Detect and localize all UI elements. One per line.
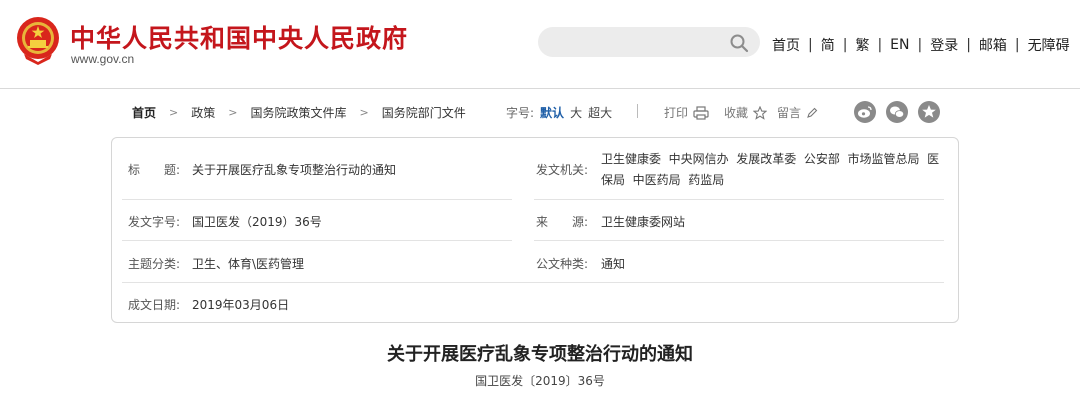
site-header: 中华人民共和国中央人民政府 www.gov.cn 首页 | 简 | 繁 | EN… [0, 0, 1080, 89]
font-size-large[interactable]: 大 [570, 104, 582, 121]
nav-separator: | [842, 37, 848, 53]
topic-value: 卫生、体育\医药管理 [192, 257, 305, 271]
document-info-box: 标 题: 关于开展医疗乱象专项整治行动的通知 发文机关: 卫生健康委 中央网信办… [111, 137, 959, 323]
wechat-glyph-icon [890, 106, 905, 118]
search-box[interactable] [538, 27, 760, 57]
title-label: 标 题: [128, 163, 181, 177]
nav-accessibility[interactable]: 无障碍 [1028, 35, 1070, 55]
breadcrumb-policy[interactable]: 政策 [191, 104, 215, 121]
search-icon[interactable] [729, 33, 749, 53]
nav-simplified[interactable]: 简 [821, 35, 835, 55]
source-value: 卫生健康委网站 [601, 215, 686, 229]
font-size-label: 字号: [506, 106, 535, 120]
search-input[interactable] [552, 32, 716, 54]
row-divider [122, 282, 944, 283]
comment-button[interactable]: 留言 [777, 104, 818, 121]
comment-label: 留言 [777, 106, 802, 120]
breadcrumb-arrow: > [359, 106, 369, 119]
title-value: 关于开展医疗乱象专项整治行动的通知 [192, 163, 397, 177]
topic-label: 主题分类: [128, 257, 181, 271]
national-emblem-logo[interactable] [16, 16, 60, 66]
type-value: 通知 [601, 257, 626, 271]
weibo-icon[interactable] [854, 101, 876, 123]
row-divider [122, 240, 512, 241]
weibo-glyph-icon [858, 106, 872, 118]
nav-home[interactable]: 首页 [772, 35, 800, 55]
issuer-value-line1: 卫生健康委 中央网信办 发展改革委 公安部 市场监管总局 医 [601, 152, 940, 166]
font-size-switcher: 字号: 默认 大 超大 [506, 104, 612, 121]
qzone-icon[interactable] [918, 101, 940, 123]
breadcrumb-department-docs[interactable]: 国务院部门文件 [382, 104, 466, 121]
print-label: 打印 [664, 106, 689, 120]
doc-no-value: 国卫医发（2019）36号 [192, 215, 322, 229]
row-divider [534, 240, 944, 241]
date-label: 成文日期: [128, 298, 181, 312]
printer-icon [693, 105, 709, 120]
date-value: 2019年03月06日 [192, 298, 290, 312]
breadcrumb-policy-library[interactable]: 国务院政策文件库 [250, 104, 346, 121]
article-doc-number: 国卫医发〔2019〕36号 [475, 374, 605, 388]
type-label: 公文种类: [536, 257, 589, 271]
breadcrumb-arrow: > [169, 106, 179, 119]
favorite-label: 收藏 [724, 106, 749, 120]
nav-separator: | [877, 37, 883, 53]
issuer-value-line2: 保局 中医药局 药监局 [601, 173, 725, 187]
doc-no-label: 发文字号: [128, 215, 181, 229]
toolbar-divider [637, 104, 638, 118]
favorite-button[interactable]: 收藏 [724, 104, 768, 121]
nav-english[interactable]: EN [890, 37, 909, 53]
site-title[interactable]: 中华人民共和国中央人民政府 [70, 19, 408, 55]
issuer-label: 发文机关: [536, 163, 589, 177]
nav-separator: | [808, 37, 813, 53]
row-divider [122, 199, 512, 200]
font-size-default[interactable]: 默认 [540, 104, 564, 121]
star-icon [753, 105, 768, 120]
site-url[interactable]: www.gov.cn [71, 52, 134, 66]
font-size-xlarge[interactable]: 超大 [588, 104, 612, 121]
nav-separator: | [917, 37, 923, 53]
top-nav: 首页 | 简 | 繁 | EN | 登录 | 邮箱 | 无障碍 [772, 35, 1070, 55]
source-label: 来 源: [536, 215, 589, 229]
print-button[interactable]: 打印 [664, 104, 709, 121]
row-divider [534, 199, 944, 200]
wechat-icon[interactable] [886, 101, 908, 123]
qzone-glyph-icon [922, 105, 936, 118]
breadcrumb-home[interactable]: 首页 [132, 104, 156, 121]
article-title: 关于开展医疗乱象专项整治行动的通知 [387, 344, 693, 365]
nav-traditional[interactable]: 繁 [855, 35, 869, 55]
nav-separator: | [966, 37, 971, 53]
pencil-icon [807, 107, 818, 118]
nav-mail[interactable]: 邮箱 [979, 35, 1007, 55]
nav-login[interactable]: 登录 [930, 35, 958, 55]
breadcrumb-arrow: > [228, 106, 238, 119]
nav-separator: | [1014, 37, 1020, 53]
breadcrumb: 首页 > 政策 > 国务院政策文件库 > 国务院部门文件 [132, 104, 466, 121]
